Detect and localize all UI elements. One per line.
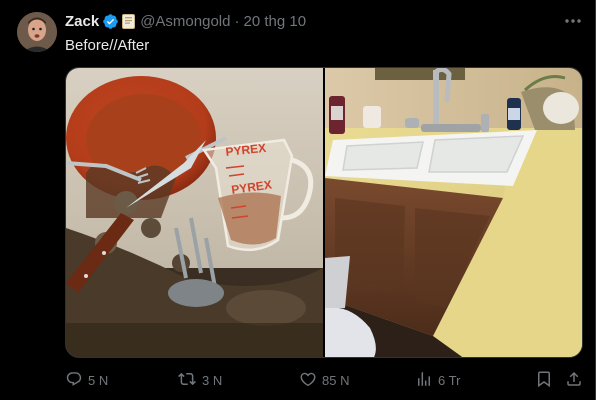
tweet-actions: 5 N 3 N 85 N 6 Tr — [65, 370, 585, 392]
like-icon — [299, 370, 322, 391]
views-count: 6 Tr — [438, 373, 461, 388]
retweet-icon — [177, 370, 202, 391]
views-button[interactable]: 6 Tr — [415, 370, 460, 391]
tweet-date[interactable]: 20 thg 10 — [243, 13, 306, 30]
tweet-text: Before//After — [65, 37, 150, 54]
reply-button[interactable]: 5 N — [65, 370, 108, 391]
share-button[interactable] — [565, 370, 588, 391]
reply-count: 5 N — [88, 373, 109, 388]
avatar[interactable] — [17, 12, 57, 52]
affiliate-badge-icon — [122, 13, 136, 29]
like-button[interactable]: 85 N — [299, 370, 349, 391]
retweet-count: 3 N — [202, 373, 223, 388]
bookmark-icon — [535, 370, 558, 391]
share-icon — [565, 370, 588, 391]
retweet-button[interactable]: 3 N — [177, 370, 222, 391]
like-count: 85 N — [322, 373, 350, 388]
author-handle[interactable]: @Asmongold — [140, 13, 230, 30]
separator-dot: · — [234, 12, 240, 30]
after-image[interactable] — [325, 68, 582, 357]
verified-badge-icon — [102, 13, 119, 30]
tweet-media: PYREX PYREX — [65, 67, 583, 358]
bookmark-button[interactable] — [535, 370, 558, 391]
tweet-header: Zack @Asmongold · 20 thg 10 — [65, 11, 306, 31]
reply-icon — [65, 370, 88, 391]
author-name[interactable]: Zack — [65, 13, 99, 30]
views-icon — [415, 370, 438, 391]
before-image[interactable]: PYREX PYREX — [66, 68, 323, 357]
more-icon[interactable] — [560, 11, 586, 31]
